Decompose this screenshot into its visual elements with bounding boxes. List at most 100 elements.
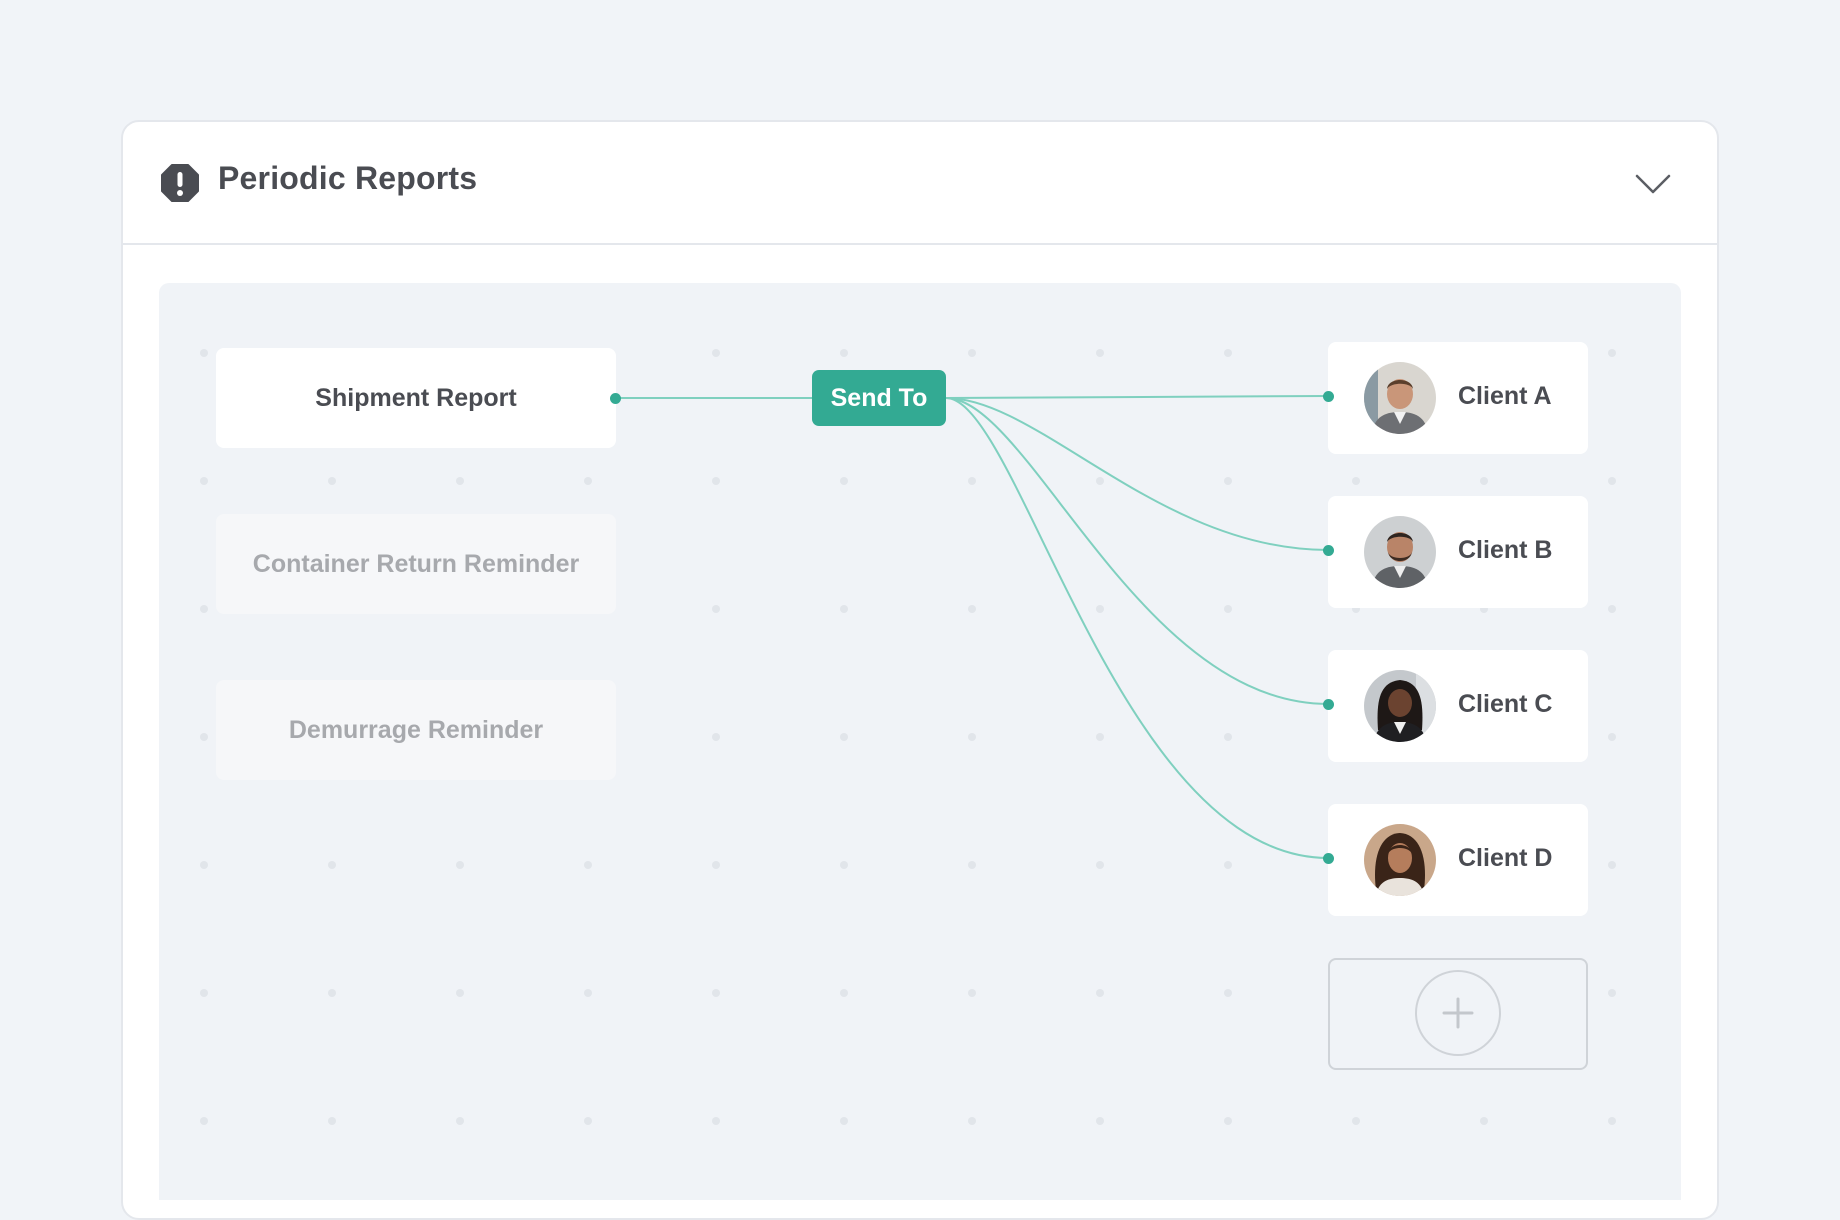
grid-dot: [328, 989, 336, 997]
report-node-shipment-report[interactable]: Shipment Report: [216, 348, 616, 448]
grid-dot: [1352, 1117, 1360, 1125]
grid-dot: [712, 733, 720, 741]
grid-dot: [1096, 349, 1104, 357]
grid-dot: [584, 1117, 592, 1125]
grid-dot: [712, 477, 720, 485]
client-node-d[interactable]: Client D: [1328, 804, 1588, 916]
grid-dot: [840, 989, 848, 997]
grid-dot: [712, 1117, 720, 1125]
grid-dot: [968, 861, 976, 869]
send-to-label: Send To: [830, 383, 928, 412]
avatar: [1364, 670, 1436, 742]
grid-dot: [712, 861, 720, 869]
grid-dot: [1096, 605, 1104, 613]
grid-dot: [1608, 861, 1616, 869]
grid-dot: [456, 1117, 464, 1125]
flow-canvas: Shipment Report Container Return Reminde…: [159, 283, 1681, 1200]
send-to-button[interactable]: Send To: [812, 370, 946, 426]
grid-dot: [1608, 349, 1616, 357]
report-node-label: Container Return Reminder: [252, 549, 580, 578]
avatar: [1364, 824, 1436, 896]
grid-dot: [456, 477, 464, 485]
connector-dot[interactable]: [1323, 699, 1334, 710]
grid-dot: [1096, 733, 1104, 741]
grid-dot: [1096, 477, 1104, 485]
grid-dot: [1352, 477, 1360, 485]
grid-dot: [1224, 861, 1232, 869]
client-node-c[interactable]: Client C: [1328, 650, 1588, 762]
grid-dot: [456, 861, 464, 869]
add-client-button[interactable]: [1328, 958, 1588, 1070]
client-name: Client C: [1458, 690, 1553, 718]
client-node-b[interactable]: Client B: [1328, 496, 1588, 608]
grid-dot: [584, 477, 592, 485]
grid-dot: [456, 989, 464, 997]
grid-dot: [1096, 1117, 1104, 1125]
link-send-to-client: [945, 395, 1329, 399]
grid-dot: [968, 349, 976, 357]
alert-octagon-icon: [161, 164, 199, 202]
grid-dot: [968, 477, 976, 485]
grid-dot: [584, 989, 592, 997]
grid-dot: [712, 989, 720, 997]
grid-dot: [200, 1117, 208, 1125]
grid-dot: [1608, 1117, 1616, 1125]
grid-dot: [968, 733, 976, 741]
report-node-demurrage-reminder[interactable]: Demurrage Reminder: [216, 680, 616, 780]
client-name: Client D: [1458, 844, 1553, 872]
client-name: Client B: [1458, 536, 1553, 564]
grid-dot: [840, 349, 848, 357]
plus-icon: [1442, 997, 1474, 1029]
grid-dot: [200, 861, 208, 869]
grid-dot: [1480, 477, 1488, 485]
grid-dot: [328, 1117, 336, 1125]
connector-dot[interactable]: [610, 393, 621, 404]
report-node-container-return-reminder[interactable]: Container Return Reminder: [216, 514, 616, 614]
grid-dot: [1224, 477, 1232, 485]
link-send-to-client: [945, 397, 1329, 551]
link-send-to-client: [945, 397, 1329, 705]
grid-dot: [328, 861, 336, 869]
connector-dot[interactable]: [1323, 391, 1334, 402]
avatar: [1364, 516, 1436, 588]
grid-dot: [840, 1117, 848, 1125]
grid-dot: [200, 989, 208, 997]
report-node-label: Demurrage Reminder: [288, 715, 544, 744]
connector-dot[interactable]: [1323, 853, 1334, 864]
grid-dot: [1608, 989, 1616, 997]
grid-dot: [968, 605, 976, 613]
grid-dot: [200, 605, 208, 613]
grid-dot: [840, 477, 848, 485]
connector-dot[interactable]: [1323, 545, 1334, 556]
grid-dot: [840, 861, 848, 869]
card-header[interactable]: Periodic Reports: [123, 122, 1717, 245]
grid-dot: [840, 605, 848, 613]
grid-dot: [328, 477, 336, 485]
grid-dot: [840, 733, 848, 741]
grid-dot: [1224, 1117, 1232, 1125]
grid-dot: [1224, 989, 1232, 997]
grid-dot: [1224, 605, 1232, 613]
client-node-a[interactable]: Client A: [1328, 342, 1588, 454]
link-send-to-client: [945, 397, 1329, 859]
grid-dot: [1608, 477, 1616, 485]
grid-dot: [1096, 861, 1104, 869]
grid-dot: [1224, 349, 1232, 357]
grid-dot: [1480, 1117, 1488, 1125]
grid-dot: [584, 861, 592, 869]
chevron-down-icon[interactable]: [1629, 160, 1677, 208]
grid-dot: [200, 349, 208, 357]
grid-dot: [1096, 989, 1104, 997]
grid-dot: [968, 989, 976, 997]
report-node-label: Shipment Report: [315, 383, 517, 412]
avatar: [1364, 362, 1436, 434]
grid-dot: [1608, 605, 1616, 613]
page-title: Periodic Reports: [218, 160, 478, 196]
client-name: Client A: [1458, 382, 1552, 410]
grid-dot: [712, 605, 720, 613]
grid-dot: [968, 1117, 976, 1125]
grid-dot: [200, 477, 208, 485]
grid-dot: [712, 349, 720, 357]
grid-dot: [1608, 733, 1616, 741]
grid-dot: [1224, 733, 1232, 741]
